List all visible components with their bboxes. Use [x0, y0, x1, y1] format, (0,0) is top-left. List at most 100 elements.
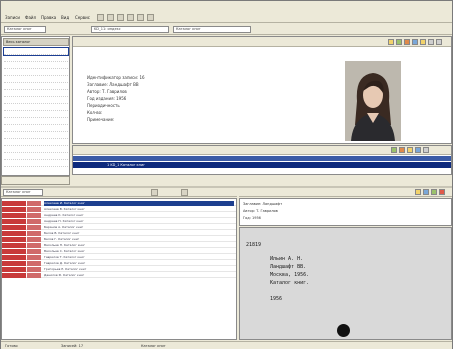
list-item[interactable]: Гаврилов Т. Каталог книг [2, 255, 236, 260]
row-type-marker [27, 237, 41, 242]
strip-copy-icon[interactable] [415, 147, 421, 153]
list-item[interactable]: Григорьев Е. Каталог книг [2, 267, 236, 272]
row-status-marker [2, 225, 26, 230]
list-filter-field[interactable]: Каталог книг [3, 189, 43, 196]
filter-icon[interactable] [147, 14, 154, 21]
status-ready: Готово [5, 344, 18, 348]
tree-row[interactable] [4, 97, 68, 104]
tree-row[interactable] [4, 139, 68, 146]
card-edit-icon[interactable] [415, 189, 421, 195]
tree-row[interactable] [4, 62, 68, 69]
strip-delete-icon[interactable] [399, 147, 405, 153]
record-field-line: Примечание: [87, 117, 115, 122]
list-item[interactable]: Белов В. Каталог книг [2, 231, 236, 236]
catalog-list: Алексеев И. Каталог книг Алексеев В. Ката… [1, 198, 237, 340]
open-icon[interactable] [107, 14, 114, 21]
index-field[interactable]: KD_11: индекс [91, 26, 169, 33]
row-type-marker [27, 273, 41, 278]
list-item-text: Алексеев В. Каталог книг [44, 207, 85, 211]
list-item[interactable]: Гаврилов Д. Каталог книг [2, 261, 236, 266]
list-item[interactable]: Васильев П. Каталог книг [2, 243, 236, 248]
tree-row[interactable] [4, 55, 68, 62]
menu-item-4[interactable]: Вид [61, 14, 69, 21]
tree-row[interactable] [4, 160, 68, 167]
list-toolbar: Каталог книг [1, 188, 237, 197]
edit-icon[interactable] [388, 39, 394, 45]
strip-selected-row[interactable]: 1 KD_1 Каталог книг [73, 162, 451, 168]
list-option-icon[interactable] [181, 189, 188, 196]
row-status-marker [2, 249, 26, 254]
card-add-icon[interactable] [431, 189, 437, 195]
row-type-marker [27, 213, 41, 218]
list-check-icon[interactable] [151, 189, 158, 196]
tree-row[interactable] [4, 76, 68, 83]
strip-close-icon[interactable] [423, 147, 429, 153]
card-close-icon[interactable] [439, 189, 445, 195]
tree-row[interactable] [3, 47, 69, 56]
prev-icon[interactable] [420, 39, 426, 45]
new-icon[interactable] [97, 14, 104, 21]
list-item-text: Данилов Ф. Каталог книг [44, 273, 85, 277]
menu-item-5[interactable]: Сервис [75, 14, 90, 21]
menu-item-2[interactable]: Файл [25, 14, 36, 21]
list-item[interactable]: Алексеев И. Каталог книг [2, 201, 236, 206]
status-database: Каталог книг [141, 344, 166, 348]
strip-edit-icon[interactable] [407, 147, 413, 153]
print-icon[interactable] [127, 14, 134, 21]
tree-row[interactable] [4, 90, 68, 97]
menu-bar: Записи Файл Правка Вид Сервис [1, 12, 452, 23]
list-item[interactable]: Андреев К. Каталог книг [2, 213, 236, 218]
catalog-card-image: 21819 Ильин А. Н. Ландшафт ВВ. Москва, 195… [239, 227, 452, 340]
tree-row[interactable] [4, 83, 68, 90]
tree-row[interactable] [4, 125, 68, 132]
menu-item-1[interactable]: Записи [5, 14, 20, 21]
tree-footer [1, 176, 70, 185]
row-status-marker [2, 219, 26, 224]
record-field-line: Автор: Т. Гаврилов [87, 89, 127, 94]
list-item[interactable]: Васильев С. Каталог книг [2, 249, 236, 254]
list-item[interactable]: Алексеев В. Каталог книг [2, 207, 236, 212]
record-field-line: Идентификатор записи: 16 [87, 75, 145, 80]
tree-row[interactable] [4, 111, 68, 118]
row-type-marker [27, 267, 41, 272]
list-item[interactable]: Баранов А. Каталог книг [2, 225, 236, 230]
list-item[interactable]: Андреев Н. Каталог книг [2, 219, 236, 224]
card-metadata: Заглавие: Ландшафт Автор: Т. Гаврилов Го… [239, 198, 452, 226]
status-count: Записей: 17 [61, 344, 84, 348]
card-meta-line-1: Заглавие: Ландшафт [243, 202, 283, 206]
tree-row[interactable] [4, 153, 68, 160]
row-type-marker [27, 201, 41, 206]
tree-row[interactable] [4, 104, 68, 111]
catalog-field[interactable]: Каталог книг [173, 26, 251, 33]
save-icon[interactable] [117, 14, 124, 21]
list-item-text: Андреев Н. Каталог книг [44, 219, 84, 223]
row-status-marker [2, 261, 26, 266]
strip-add-icon[interactable] [391, 147, 397, 153]
add-icon[interactable] [396, 39, 402, 45]
next-icon[interactable] [428, 39, 434, 45]
tree-row[interactable] [4, 118, 68, 125]
row-type-marker [27, 249, 41, 254]
record-toolbar [73, 37, 451, 47]
database-select[interactable]: Каталог книг [4, 26, 46, 33]
tree-row[interactable] [4, 146, 68, 153]
search-icon[interactable] [137, 14, 144, 21]
close-icon[interactable] [436, 39, 442, 45]
list-item-text: Гаврилов Д. Каталог книг [44, 261, 86, 265]
list-item[interactable]: Данилов Ф. Каталог книг [2, 273, 236, 278]
row-type-marker [27, 243, 41, 248]
delete-icon[interactable] [404, 39, 410, 45]
record-field-line: Кол-во: [87, 110, 103, 115]
copy-icon[interactable] [412, 39, 418, 45]
card-text-line: 1956 [270, 296, 283, 302]
list-item-text: Белов В. Каталог книг [44, 231, 80, 235]
list-item[interactable]: Белов Г. Каталог книг [2, 237, 236, 242]
card-punch-hole [337, 324, 350, 337]
row-status-marker [2, 243, 26, 248]
menu-item-3[interactable]: Правка [41, 14, 56, 21]
tree-header[interactable]: Весь каталог [3, 38, 69, 46]
tree-row[interactable] [4, 132, 68, 139]
tree-row[interactable] [4, 69, 68, 76]
card-zoom-icon[interactable] [423, 189, 429, 195]
list-item-text: Андреев К. Каталог книг [44, 213, 84, 217]
